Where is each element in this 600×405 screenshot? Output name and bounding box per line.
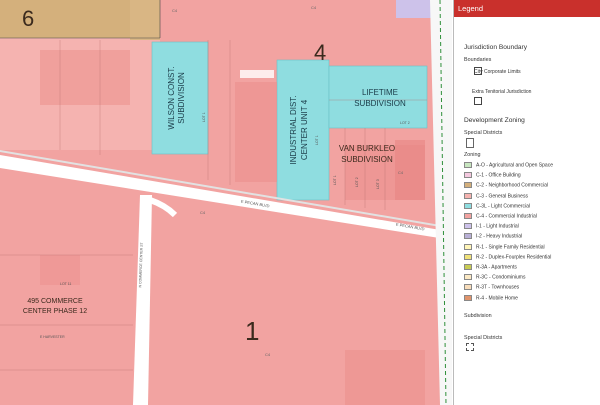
zoning-map[interactable]: 6 4 1 WILSON CONST. SUBDIVISION INDUSTRI…: [0, 0, 452, 405]
zoning-swatch: [464, 274, 472, 281]
city-limits-label: City Corporate Limits: [474, 69, 521, 75]
legend-header: Legend: [454, 0, 600, 17]
zoning-label: I-1 - Light Industrial: [476, 223, 519, 230]
zoning-legend-item: C-3 - General Business: [464, 192, 528, 201]
zone-label: C4: [172, 8, 178, 13]
subdivision-label-lifetime: LIFETIME: [362, 88, 398, 97]
map-canvas: 6 4 1 WILSON CONST. SUBDIVISION INDUSTRI…: [0, 0, 452, 405]
zoning-legend-item: R-2 - Duplex-Fourplex Residential: [464, 253, 552, 262]
subdivision-label-vanburkleo: VAN BURKLEO: [339, 144, 395, 153]
lot-label: LOT 2: [355, 177, 359, 187]
zoning-label: R-3T - Townhouses: [476, 284, 520, 291]
svg-text:SUBDIVISION: SUBDIVISION: [354, 99, 406, 108]
svg-text:SUBDIVISION: SUBDIVISION: [341, 155, 393, 164]
zoning-swatch: [464, 172, 472, 179]
zoning-label: C-3L - Light Commercial: [476, 203, 530, 210]
zoning-legend-item: R-3C - Condominiums: [464, 274, 525, 282]
legend-panel: Legend Jurisdiction Boundary Boundaries …: [453, 0, 600, 405]
zoning-title: Development Zoning: [464, 117, 525, 124]
zoning-label: R-1 - Single Family Residential: [476, 243, 545, 250]
zoning-legend-item: I-2 - Heavy Industrial: [464, 233, 522, 241]
lot-label: LOT 1: [333, 175, 337, 185]
zoning-swatch: [464, 253, 472, 260]
zoning-legend-item: R-3T - Townhouses: [464, 284, 519, 292]
zoning-label: R-3C - Condominiums: [476, 274, 526, 281]
zoning-label: R-2 - Duplex-Fourplex Residential: [476, 254, 552, 261]
zoning-legend-item: C-3L - Light Commercial: [464, 202, 530, 211]
zoning-swatch: [464, 294, 472, 301]
zone-label: C4: [398, 170, 404, 175]
parcel-lifetime: [328, 65, 428, 129]
zoning-swatch: [464, 264, 472, 270]
zoning-legend-item: R-3A - Apartments: [464, 264, 517, 272]
lot-label: LOT 1: [315, 135, 319, 145]
zoning-legend-item: C-2 - Neighborhood Commercial: [464, 182, 548, 190]
subdivision-label-industrial: INDUSTRIAL DIST.: [289, 95, 298, 164]
zoning-label: C-3 - General Business: [476, 192, 528, 199]
lot-label: LOT 1: [202, 112, 206, 122]
district-label-1: 1: [245, 316, 259, 346]
zoning-label: I-2 - Heavy Industrial: [476, 233, 523, 240]
zoning-label: C-2 - Neighborhood Commercial: [476, 182, 548, 189]
zoning-label: C-1 - Office Building: [476, 172, 521, 179]
lot-label: LOT 11: [60, 282, 71, 286]
special-districts-label: Special Districts: [464, 130, 503, 136]
zone-label: C4: [200, 210, 206, 215]
zoning-swatch: [464, 213, 472, 219]
etj-label: Extra Tenitorial Jurisdiction: [472, 89, 532, 95]
etj-swatch: [474, 97, 482, 105]
zoning-label: C-4 - Commercial Industrial: [476, 213, 537, 220]
zoning-label: R-3A - Apartments: [476, 264, 517, 271]
lot-label: LOT 3: [376, 179, 380, 189]
svg-text:CENTER UNIT 4: CENTER UNIT 4: [300, 99, 309, 160]
special-districts-swatch: [466, 138, 474, 148]
zoning-swatch: [464, 243, 472, 250]
district-label-4: 4: [314, 40, 326, 65]
zoning-legend-item: C-1 - Office Building: [464, 172, 521, 180]
svg-text:CENTER PHASE 12: CENTER PHASE 12: [23, 308, 87, 315]
zoning-swatch: [464, 284, 472, 291]
zoning-label: A-O - Agricultural and Open Space: [476, 162, 553, 169]
subdivision-label-wilson: WILSON CONST.: [167, 66, 176, 129]
zoning-swatch: [464, 162, 472, 168]
svg-text:SUBDIVISION: SUBDIVISION: [177, 72, 186, 124]
special-districts-label-2: Special Districts: [464, 335, 503, 341]
special-districts-swatch-2: [466, 343, 474, 351]
zone-label: C4: [311, 5, 317, 10]
zoning-legend-item: C-4 - Commercial Industrial: [464, 213, 537, 221]
district-label-6: 6: [22, 6, 34, 31]
zoning-subtitle: Zoning: [464, 152, 481, 158]
zoning-swatch: [464, 182, 472, 189]
zoning-legend-item: R-4 - Mobile Home: [464, 294, 518, 303]
zoning-label: R-4 - Mobile Home: [476, 294, 518, 301]
zoning-legend-item: A-O - Agricultural and Open Space: [464, 162, 553, 170]
zoning-swatch: [464, 233, 472, 240]
zoning-swatch: [464, 202, 472, 209]
zoning-swatch: [464, 192, 472, 199]
street-label-harvester: E HARVESTER: [40, 335, 65, 339]
boundaries-title: Boundaries: [464, 57, 492, 63]
zoning-legend-item: I-1 - Light Industrial: [464, 223, 519, 231]
zoning-swatch: [464, 223, 472, 230]
zoning-legend-item: R-1 - Single Family Residential: [464, 243, 545, 252]
zone-label: C4: [265, 352, 271, 357]
jurisdiction-title: Jurisdiction Boundary: [464, 44, 528, 51]
subdivision-title: Subdivision: [464, 313, 492, 319]
lot-label: LOT 2: [400, 121, 410, 125]
subdivision-label-commerce: 495 COMMERCE: [27, 298, 83, 305]
